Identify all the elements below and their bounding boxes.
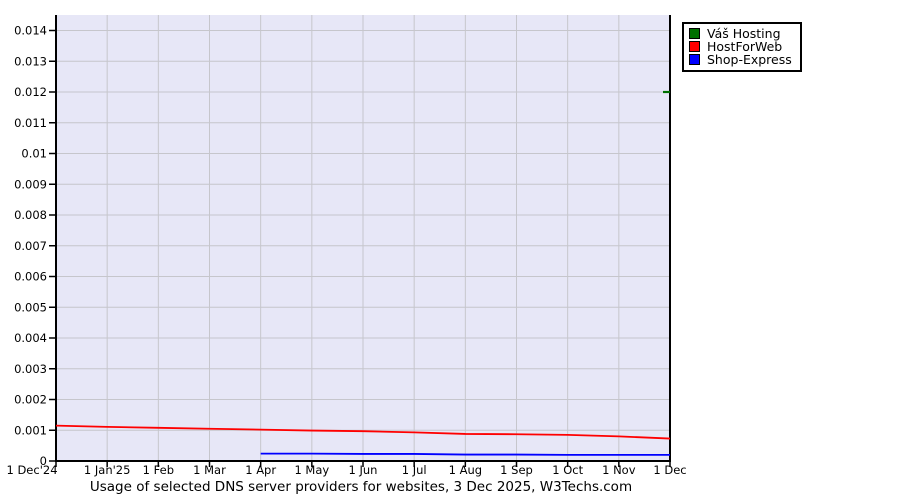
y-tick-label: 0.005 — [14, 300, 47, 314]
x-tick-label: 1 Jun — [349, 463, 378, 477]
chart-figure: 0 0.001 0.002 0.003 0.004 0.005 0.006 0.007 0.00… — [0, 0, 900, 500]
x-tick-label: 1 Aug — [449, 463, 482, 477]
y-tick-label: 0.002 — [14, 393, 47, 407]
y-tick-label: 0.006 — [14, 270, 47, 284]
y-tick-label: 0.01 — [21, 147, 47, 161]
chart-canvas: 00.0010.0020.0030.0040.0050.0060.0070.00… — [6, 15, 687, 477]
x-tick-label: 1 Sep — [500, 463, 533, 477]
x-tick-label: 1 Apr — [245, 463, 276, 477]
y-tick-label: 0.013 — [14, 54, 47, 68]
y-tick-label: 0.012 — [14, 85, 47, 99]
x-tick-label: 1 Mar — [193, 463, 226, 477]
legend-swatch-blue — [689, 54, 700, 65]
x-tick-label: 1 Jul — [402, 463, 427, 477]
legend-swatch-green — [689, 28, 700, 39]
y-tick-label: 0.004 — [14, 331, 47, 345]
y-tick-label: 0.009 — [14, 177, 47, 191]
x-tick-label: 1 Nov — [602, 463, 636, 477]
x-tick-label: 1 Jan'25 — [84, 463, 131, 477]
y-tick-label: 0.003 — [14, 362, 47, 376]
y-tick-label: 0.014 — [14, 24, 47, 38]
legend-swatch-red — [689, 41, 700, 52]
x-tick-label: 1 Feb — [143, 463, 174, 477]
x-tick-label: 1 Dec — [653, 463, 686, 477]
x-tick-label: 1 Dec'24 — [6, 463, 57, 477]
y-tick-label: 0.011 — [14, 116, 47, 130]
legend-box: Váš Hosting HostForWeb Shop-Express — [682, 22, 802, 72]
y-tick-label: 0.001 — [14, 423, 47, 437]
x-tick-label: 1 Oct — [552, 463, 583, 477]
y-tick-label: 0.008 — [14, 208, 47, 222]
x-tick-label: 1 May — [294, 463, 329, 477]
y-tick-label: 0.007 — [14, 239, 47, 253]
legend-item: Shop-Express — [689, 53, 792, 66]
legend-label: Shop-Express — [707, 52, 792, 67]
chart-caption: Usage of selected DNS server providers f… — [89, 479, 633, 495]
